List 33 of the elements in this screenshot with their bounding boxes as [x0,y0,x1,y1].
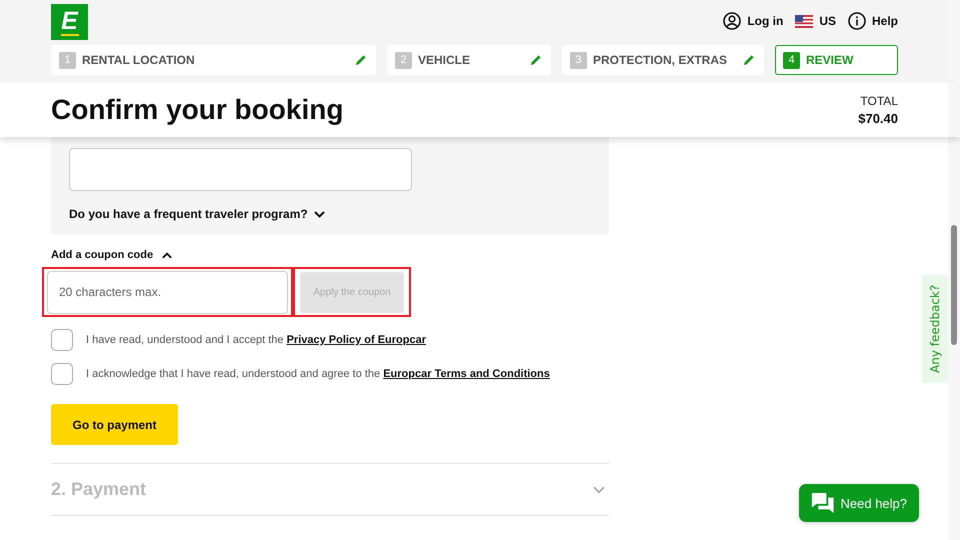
step-tab[interactable]: 3 PROTECTION, EXTRAS [562,45,764,75]
step-tab[interactable]: 4 REVIEW [775,45,898,75]
nav-link[interactable]: Log in [723,12,784,30]
pencil-icon [530,54,542,66]
account-icon [723,12,742,30]
consent-text: I have read, understood and I accept the Privacy Policy of Europcar [86,334,426,346]
nav-link[interactable]: Help [848,12,898,30]
help-button[interactable]: Need help? [799,484,919,522]
step-tab[interactable]: 1 RENTAL LOCATION [51,45,376,75]
checkbox[interactable] [51,363,73,385]
expand-toggle[interactable]: Add a coupon code [51,249,172,261]
chat-icon [811,491,834,515]
logo[interactable]: E [51,4,88,40]
chevron-icon [314,210,325,218]
pencil-icon [355,54,367,66]
chevron-icon [593,486,605,494]
payment-button[interactable]: Go to payment [51,404,178,445]
step-tab[interactable]: 2 VEHICLE [387,45,551,75]
chevron-icon [162,252,172,258]
total-amount: $70.40 [858,110,898,126]
policy-link[interactable]: Europcar Terms and Conditions [383,368,550,380]
input-field[interactable] [69,148,412,191]
pencil-icon [743,54,755,66]
checkbox[interactable] [51,329,73,351]
total-label: TOTAL [860,94,898,108]
coupon-field[interactable]: 20 characters max. [47,270,288,314]
consent-text: I acknowledge that I have read, understood and agree to the Europcar Terms and Conditions [86,368,550,380]
nav-link[interactable]: US [795,12,836,30]
flag-icon [795,14,814,28]
policy-link[interactable]: Privacy Policy of Europcar [286,334,426,346]
info-icon [848,12,866,30]
page-title: Confirm your booking [51,94,344,126]
expand-toggle[interactable]: Do you have a frequent traveler program? [69,207,591,221]
